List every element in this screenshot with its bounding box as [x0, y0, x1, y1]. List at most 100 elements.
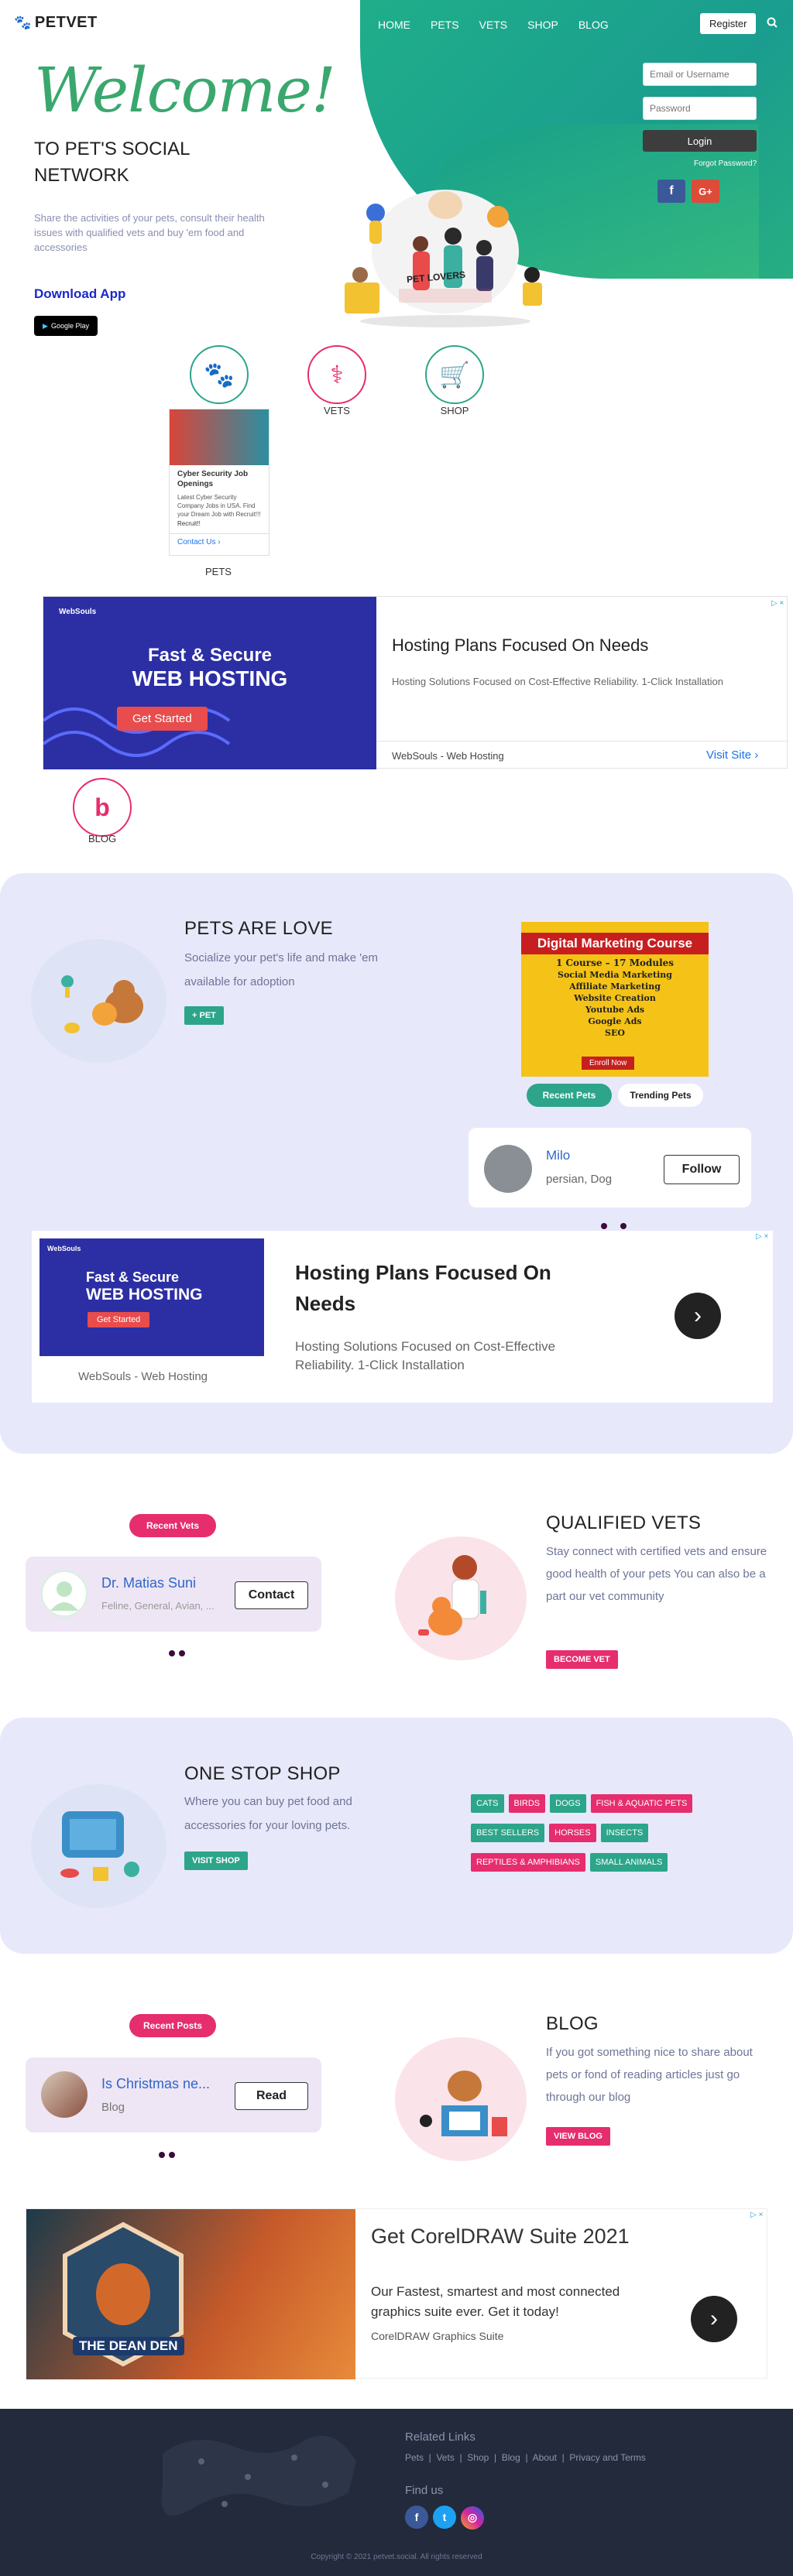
- tag-reptiles[interactable]: REPTILES & AMPHIBIANS: [471, 1853, 585, 1872]
- enroll-now-button[interactable]: Enroll Now: [582, 1057, 635, 1070]
- web-hosting-ad[interactable]: WebSouls Fast & Secure WEB HOSTING Get S…: [43, 596, 788, 769]
- ad-image: THE DEAN DEN: [26, 2209, 355, 2379]
- dm-ad-item: Affiliate Marketing: [569, 981, 661, 992]
- tag-fish[interactable]: FISH & AQUATIC PETS: [590, 1794, 693, 1813]
- dm-ad-item: Youtube Ads: [585, 1005, 645, 1015]
- search-icon[interactable]: [767, 17, 778, 31]
- pet-name[interactable]: Milo: [546, 1148, 570, 1163]
- avatar: [41, 1571, 88, 1617]
- vet-card[interactable]: Dr. Matias Suni Feline, General, Avian, …: [26, 1557, 321, 1632]
- ad-body: Latest Cyber Security Company Jobs in US…: [177, 494, 261, 518]
- carousel-dot[interactable]: [601, 1223, 607, 1229]
- footer-link-pets[interactable]: Pets: [405, 2452, 424, 2463]
- twitter-icon[interactable]: t: [433, 2506, 456, 2529]
- get-started-button[interactable]: Get Started: [117, 707, 208, 731]
- ad-choices-icon[interactable]: ▷ ×: [750, 2211, 763, 2219]
- nav-shop[interactable]: SHOP: [517, 19, 568, 31]
- pet-lovers-illustration: PET LOVERS: [329, 174, 561, 329]
- become-vet-button[interactable]: BECOME VET: [546, 1650, 618, 1669]
- carousel-dot[interactable]: [169, 2152, 175, 2158]
- post-card[interactable]: Is Christmas ne... Blog Read: [26, 2057, 321, 2132]
- password-input[interactable]: [643, 97, 757, 120]
- world-map-icon: [147, 2423, 364, 2535]
- logo[interactable]: 🐾 PETVET: [14, 14, 98, 32]
- carousel-dot[interactable]: [620, 1223, 627, 1229]
- pet-card[interactable]: Milo persian, Dog Follow: [469, 1128, 751, 1208]
- pets-section-description: Socialize your pet's life and make 'em a…: [184, 951, 379, 988]
- ad-description: Hosting Solutions Focused on Cost-Effect…: [392, 676, 723, 687]
- avatar: [484, 1145, 532, 1193]
- tag-horses[interactable]: HORSES: [549, 1824, 596, 1842]
- footer-link-blog[interactable]: Blog: [502, 2452, 520, 2463]
- visit-shop-button[interactable]: VISIT SHOP: [184, 1852, 248, 1870]
- nav-vets[interactable]: VETS: [469, 19, 518, 31]
- footer: Related Links Pets | Vets | Shop | Blog …: [0, 2409, 793, 2576]
- ad-line2: WEB HOSTING: [132, 666, 288, 690]
- coreldraw-ad[interactable]: THE DEAN DEN Get CorelDRAW Suite 2021 Ou…: [26, 2208, 767, 2379]
- tab-recent-pets[interactable]: Recent Pets: [527, 1084, 612, 1107]
- facebook-icon[interactable]: f: [405, 2506, 428, 2529]
- ad-cta-label: Contact Us: [177, 538, 216, 546]
- shop-section-description: Where you can buy pet food and accessori…: [184, 1795, 352, 1832]
- get-started-button[interactable]: Get Started: [88, 1312, 150, 1327]
- cyber-security-ad[interactable]: Cyber Security Job Openings Latest Cyber…: [169, 409, 269, 556]
- add-pet-button[interactable]: + PET: [184, 1006, 224, 1025]
- websouls-logo: WebSouls: [47, 1245, 81, 1252]
- vet-name[interactable]: Dr. Matias Suni: [101, 1575, 196, 1591]
- post-title[interactable]: Is Christmas ne...: [101, 2076, 210, 2092]
- nav-blog[interactable]: BLOG: [568, 19, 619, 31]
- google-login-button[interactable]: G+: [692, 180, 719, 203]
- visit-site-link[interactable]: Visit Site ›: [706, 748, 758, 762]
- carousel-dot[interactable]: [169, 1650, 175, 1656]
- footer-link-vets[interactable]: Vets: [436, 2452, 454, 2463]
- tag-cats[interactable]: CATS: [471, 1794, 504, 1813]
- pets-label: PETS: [205, 566, 232, 577]
- nav-pets[interactable]: PETS: [421, 19, 469, 31]
- login-button[interactable]: Login: [643, 130, 757, 152]
- tab-recent-posts[interactable]: Recent Posts: [129, 2014, 216, 2037]
- follow-button[interactable]: Follow: [664, 1155, 740, 1184]
- facebook-login-button[interactable]: f: [657, 180, 685, 203]
- forgot-password-link[interactable]: Forgot Password?: [694, 159, 757, 168]
- related-links-heading: Related Links: [405, 2430, 475, 2444]
- view-blog-button[interactable]: VIEW BLOG: [546, 2127, 610, 2146]
- tag-birds[interactable]: BIRDS: [508, 1794, 546, 1813]
- blog-category-button[interactable]: b: [73, 778, 132, 837]
- chevron-right-icon[interactable]: ›: [675, 1293, 721, 1339]
- instagram-icon[interactable]: ◎: [461, 2506, 484, 2530]
- tag-best-sellers[interactable]: BEST SELLERS: [471, 1824, 545, 1842]
- ad-contact-link[interactable]: Contact Us ›: [170, 533, 269, 550]
- websouls-logo: WebSouls: [59, 608, 97, 616]
- chevron-right-icon[interactable]: ›: [691, 2296, 737, 2342]
- register-button[interactable]: Register: [700, 13, 757, 34]
- read-button[interactable]: Read: [235, 2082, 308, 2110]
- footer-link-privacy[interactable]: Privacy and Terms: [569, 2452, 645, 2463]
- nav-home[interactable]: HOME: [368, 19, 421, 31]
- username-input[interactable]: [643, 63, 757, 86]
- tag-small-animals[interactable]: SMALL ANIMALS: [589, 1853, 668, 1872]
- digital-marketing-ad[interactable]: Digital Marketing Course 1 Course – 17 M…: [521, 922, 709, 1077]
- vets-section-description: Stay connect with certified vets and ens…: [546, 1545, 767, 1603]
- google-play-badge[interactable]: ▶ Google Play: [34, 316, 98, 336]
- play-icon: ▶: [43, 321, 48, 330]
- tab-recent-vets[interactable]: Recent Vets: [129, 1514, 216, 1537]
- carousel-dot[interactable]: [179, 1650, 185, 1656]
- tag-dogs[interactable]: DOGS: [550, 1794, 586, 1813]
- ad-choices-icon[interactable]: ▷ ×: [756, 1232, 768, 1241]
- contact-button[interactable]: Contact: [235, 1581, 308, 1609]
- avatar: [41, 2071, 88, 2118]
- pets-category-button[interactable]: 🐾: [190, 345, 249, 404]
- footer-link-about[interactable]: About: [533, 2452, 557, 2463]
- footer-link-shop[interactable]: Shop: [467, 2452, 489, 2463]
- tag-insects[interactable]: INSECTS: [600, 1824, 649, 1842]
- web-hosting-ad-2[interactable]: WebSouls Fast & Secure WEB HOSTING Get S…: [32, 1231, 773, 1403]
- shop-category-button[interactable]: 🛒: [425, 345, 484, 404]
- carousel-dot[interactable]: [159, 2152, 165, 2158]
- ad-choices-icon[interactable]: ▷ ×: [771, 599, 784, 608]
- ad-brand: WebSouls - Web Hosting: [78, 1370, 208, 1383]
- dm-ad-item: Website Creation: [574, 993, 656, 1003]
- blogger-icon: b: [94, 793, 110, 821]
- vets-category-button[interactable]: ⚕: [307, 345, 366, 404]
- tab-trending-pets[interactable]: Trending Pets: [618, 1084, 703, 1107]
- doctor-icon: ⚕: [330, 361, 344, 389]
